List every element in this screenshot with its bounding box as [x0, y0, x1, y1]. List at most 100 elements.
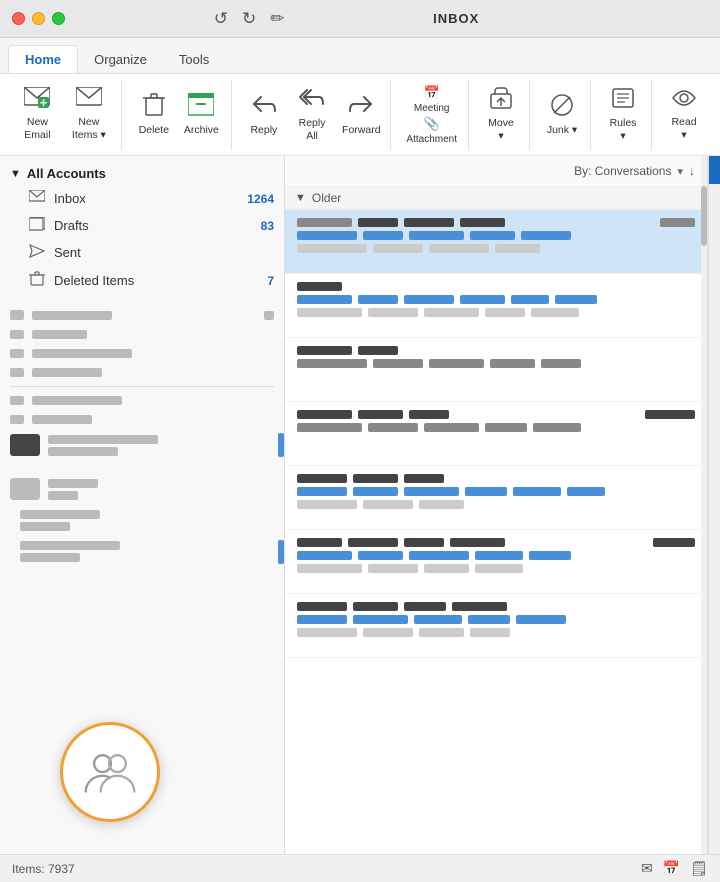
sidebar-list-item[interactable]: [0, 325, 284, 344]
unread-indicator: [709, 156, 720, 184]
meeting-button[interactable]: 📅 Meeting: [401, 85, 462, 113]
sidebar-item-inbox[interactable]: Inbox 1264: [0, 185, 284, 212]
email-item[interactable]: [285, 274, 707, 338]
sent-icon: [28, 244, 46, 261]
sidebar-deleted-count: 7: [267, 274, 274, 288]
delete-icon: [143, 93, 165, 121]
sort-chevron[interactable]: ▾: [677, 165, 683, 178]
maximize-button[interactable]: [52, 12, 65, 25]
move-label: Move ▾: [485, 117, 517, 142]
sidebar-inbox-label: Inbox: [54, 191, 239, 206]
window-title: INBOX: [433, 11, 479, 26]
ribbon-group-delete: Delete Archive: [126, 80, 232, 150]
older-section-label: ▼ Older: [285, 187, 707, 210]
reply-all-button[interactable]: Reply All: [288, 84, 336, 146]
delete-button[interactable]: Delete: [132, 84, 176, 146]
section-label-text: Older: [312, 191, 341, 205]
tab-bar: Home Organize Tools: [0, 38, 720, 74]
move-icon: [489, 86, 513, 114]
forward-button[interactable]: Forward: [338, 84, 384, 146]
forward-icon: [348, 93, 374, 121]
email-list: By: Conversations ▾ ↓ ▼ Older: [285, 156, 708, 854]
junk-icon: [550, 93, 574, 121]
title-bar: ↺ ↻ ✏ INBOX: [0, 0, 720, 38]
email-item[interactable]: [285, 210, 707, 274]
sidebar-redacted-section-1: [0, 301, 284, 465]
notes-icon[interactable]: 🗒: [690, 860, 708, 877]
sidebar-list-item[interactable]: [0, 536, 284, 567]
email-item[interactable]: [285, 530, 707, 594]
archive-label: Archive: [184, 124, 219, 137]
tab-home[interactable]: Home: [8, 45, 78, 73]
reply-all-label: Reply All: [294, 117, 330, 142]
read-label: Read ▾: [668, 116, 700, 141]
scrollbar[interactable]: [701, 156, 707, 854]
junk-button[interactable]: Junk ▾: [540, 84, 584, 146]
deleted-icon: [28, 271, 46, 290]
sidebar-drafts-count: 83: [261, 219, 274, 233]
undo-icon[interactable]: ↺: [214, 9, 228, 29]
traffic-lights: [12, 12, 65, 25]
ribbon-group-respond: Reply Reply All Forward: [236, 80, 392, 150]
svg-text:+: +: [40, 95, 48, 109]
calendar-icon[interactable]: 📅: [663, 860, 680, 877]
reading-pane: [708, 156, 720, 854]
reply-icon: [251, 93, 277, 121]
forward-label: Forward: [342, 124, 381, 137]
ribbon-group-junk: Junk ▾: [534, 80, 591, 150]
ribbon: + New Email New Items ▾ Delete Archive: [0, 74, 720, 156]
section-collapse-icon[interactable]: ▼: [295, 192, 306, 204]
email-item[interactable]: [285, 338, 707, 402]
tab-tools[interactable]: Tools: [163, 46, 225, 73]
chevron-down-icon: ▼: [10, 168, 21, 180]
scrollbar-thumb[interactable]: [701, 186, 707, 246]
sidebar-divider: [10, 386, 274, 387]
attachment-icon: 📎: [424, 116, 440, 132]
new-email-icon: +: [24, 87, 50, 113]
new-items-button[interactable]: New Items ▾: [63, 84, 115, 146]
email-list-header: By: Conversations ▾ ↓: [285, 156, 707, 187]
quick-steps-col: 📅 Meeting 📎 Attachment: [401, 84, 462, 146]
inbox-icon: [28, 190, 46, 207]
sidebar-item-deleted[interactable]: Deleted Items 7: [0, 266, 284, 295]
sidebar-list-item[interactable]: [0, 410, 284, 429]
meeting-label: Meeting: [414, 103, 450, 114]
close-button[interactable]: [12, 12, 25, 25]
minimize-button[interactable]: [32, 12, 45, 25]
new-email-button[interactable]: + New Email: [14, 84, 61, 146]
sidebar-list-item[interactable]: [0, 391, 284, 410]
redo-icon[interactable]: ↻: [242, 9, 256, 29]
reply-button[interactable]: Reply: [242, 84, 286, 146]
compose-icon[interactable]: ✏: [270, 9, 284, 29]
attachment-button[interactable]: 📎 Attachment: [401, 116, 462, 144]
email-item[interactable]: [285, 594, 707, 658]
sidebar-list-item[interactable]: [0, 429, 284, 461]
archive-button[interactable]: Archive: [178, 84, 225, 146]
ribbon-group-read: Read ▾: [656, 80, 712, 150]
ribbon-group-move: Move ▾: [473, 80, 530, 150]
tab-organize[interactable]: Organize: [78, 46, 163, 73]
email-item[interactable]: [285, 466, 707, 530]
attachment-label: Attachment: [406, 134, 457, 145]
sidebar-list-item[interactable]: [0, 505, 284, 536]
people-button[interactable]: [60, 722, 160, 822]
move-button[interactable]: Move ▾: [479, 84, 523, 146]
email-item[interactable]: [285, 402, 707, 466]
status-bar: Items: 7937 ✉ 📅 🗒: [0, 854, 720, 882]
sidebar-all-accounts[interactable]: ▼ All Accounts: [0, 162, 284, 185]
sidebar-drafts-label: Drafts: [54, 218, 253, 233]
sidebar-list-item[interactable]: [0, 305, 284, 325]
sidebar-list-item[interactable]: [0, 473, 284, 505]
sidebar-deleted-label: Deleted Items: [54, 273, 259, 288]
sidebar-item-sent[interactable]: Sent: [0, 239, 284, 266]
rules-button[interactable]: Rules ▾: [601, 84, 645, 146]
sort-direction-icon[interactable]: ↓: [689, 164, 695, 178]
sidebar-list-item[interactable]: [0, 363, 284, 382]
new-items-icon: [76, 87, 102, 113]
delete-label: Delete: [139, 124, 169, 137]
read-icon: [671, 87, 697, 113]
read-button[interactable]: Read ▾: [662, 84, 706, 146]
mail-view-icon[interactable]: ✉: [641, 860, 653, 877]
sidebar-list-item[interactable]: [0, 344, 284, 363]
sidebar-item-drafts[interactable]: Drafts 83: [0, 212, 284, 239]
